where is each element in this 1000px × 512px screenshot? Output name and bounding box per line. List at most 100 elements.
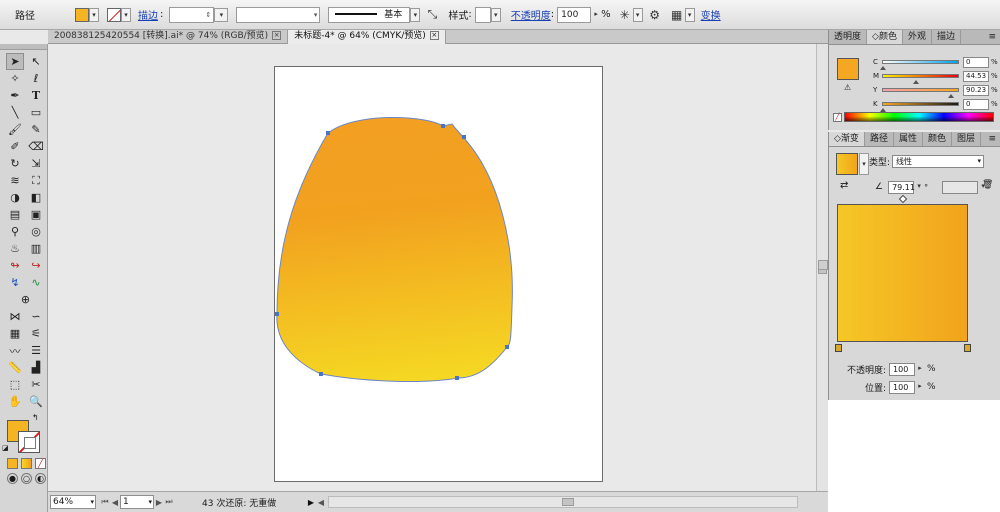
last-artboard-icon[interactable]: ⏭ [164,497,174,507]
first-artboard-icon[interactable]: ⏮ [100,497,110,507]
rotate-tool-icon[interactable]: ↻ [6,155,24,172]
channel-value-input[interactable]: 0 [963,56,989,68]
fill-stroke-indicator[interactable]: ↰ ◪ [0,413,47,454]
eraser-tool-icon[interactable]: ⌫ [27,138,45,155]
status-menu-arrow-icon[interactable]: ▶ [306,498,316,507]
color-mode-icon[interactable] [7,458,18,469]
scale-tool-icon[interactable]: ⇲ [27,155,45,172]
stroke-color-swatch[interactable] [107,7,121,22]
channel-value-input[interactable]: 90.23 [963,84,989,96]
lasso-tool-icon[interactable]: ℓ [27,70,45,87]
gradient-midpoint[interactable] [898,194,908,204]
brush-dropdown[interactable]: ▾ [410,7,421,22]
stroke-dropdown[interactable]: ▾ [121,7,131,22]
draw-normal-icon[interactable]: ● [7,473,18,484]
gradient-stop-start[interactable] [835,344,842,352]
anchor-point[interactable] [441,124,445,128]
color-spectrum[interactable] [844,112,994,122]
column-graph-tool-icon[interactable]: ▥ [27,240,45,257]
crosshair-tool-icon[interactable]: ⊕ [6,291,45,308]
close-icon[interactable]: × [272,31,282,40]
zigzag-tool-icon[interactable]: 〰 [6,342,24,359]
scroll-left-icon[interactable]: ◀ [316,498,326,507]
artwork-svg[interactable] [275,67,604,483]
shear-tool-icon[interactable]: ⚟ [27,325,45,342]
tab-layers[interactable]: 图层 [952,132,981,146]
rectangle-tool-icon[interactable]: ▭ [27,104,45,121]
slice-tool-icon[interactable]: ✂ [27,376,45,393]
draw-behind-icon[interactable]: ○ [21,473,32,484]
document-tab-active[interactable]: 未标题-4* @ 64% (CMYK/预览) × [288,30,446,44]
gradient-thumbnail[interactable] [836,153,858,175]
stroke-swatch[interactable] [18,431,40,453]
blend-tool-icon[interactable]: ◎ [27,223,45,240]
align-dropdown[interactable]: ▾ [684,7,695,22]
wave-tool-icon[interactable]: ∿ [27,274,45,291]
none-mode-icon[interactable]: ╱ [35,458,46,469]
pencil-tool-icon[interactable]: ✎ [27,121,45,138]
grid-tool-icon[interactable]: ▦ [6,325,24,342]
anchor-point[interactable] [326,131,330,135]
panel-scroll-handle[interactable] [818,260,828,270]
panel-menu-icon[interactable]: ≡ [988,132,996,146]
channel-track[interactable] [882,88,959,98]
opacity-link[interactable]: 不透明度 [511,7,551,22]
style-dropdown[interactable]: ▾ [490,7,501,22]
symbol-sprayer-tool-icon[interactable]: ♨ [6,240,24,257]
fill-dropdown[interactable]: ▾ [89,7,99,22]
type-tool-icon[interactable]: T [27,87,45,104]
hand-tool-icon[interactable]: ✋ [6,393,24,410]
zoom-select[interactable]: 64% ▾ [50,495,96,509]
tab-attributes[interactable]: 属性 [894,132,923,146]
artboard-tool-icon[interactable]: ⬚ [6,376,24,393]
artboard-select[interactable]: 1 ▾ [120,495,154,509]
panel-menu-icon[interactable]: ≡ [988,30,996,44]
draw-inside-icon[interactable]: ◐ [35,473,46,484]
twist-tool-icon[interactable]: ∽ [27,308,45,325]
measure-tool-icon[interactable]: 📏 [6,359,24,376]
stop-location-input[interactable]: 100 [889,380,916,394]
gradient-mode-icon[interactable] [21,458,32,469]
gradient-stop-end[interactable] [964,344,971,352]
channel-track[interactable] [880,102,959,112]
next-artboard-icon[interactable]: ▶ [154,498,164,507]
channel-value-input[interactable]: 0 [963,98,989,110]
gear-icon[interactable]: ⚙ [647,7,663,23]
stop-opacity-dropdown[interactable]: ▸ [915,362,925,376]
close-icon[interactable]: × [429,31,439,40]
expand-icon[interactable]: ⤡ [424,7,440,23]
out-of-gamut-icon[interactable]: ⚠ [844,83,851,92]
anchor-point[interactable] [319,372,323,376]
magic-wand-tool-icon[interactable]: ✧ [6,70,24,87]
tab-gradient[interactable]: ◇渐变 [829,132,865,146]
curve-tool-icon[interactable]: ↬ [6,257,24,274]
line-segment-tool-icon[interactable]: ╲ [6,104,24,121]
pen-tool-icon[interactable]: ✒ [6,87,24,104]
stroke-link[interactable]: 描边 [138,7,158,22]
tab-stroke[interactable]: 描边 [932,30,961,44]
zoom-tool-icon[interactable]: 🔍 [27,393,45,410]
free-transform-tool-icon[interactable]: ⛶ [27,172,45,189]
anchor-point[interactable] [505,345,509,349]
stroke-weight-dropdown[interactable]: ▾ [214,7,229,22]
delete-stop-icon[interactable]: 🗑 [982,180,993,190]
gradient-thumbnail-dropdown[interactable]: ▾ [859,153,869,175]
tab-color-2[interactable]: 颜色 [923,132,952,146]
graphic-style-box[interactable] [474,6,491,23]
stroke-weight-spinner[interactable]: ⇕ [169,6,215,23]
prev-artboard-icon[interactable]: ◀ [110,498,120,507]
swap-fill-stroke-icon[interactable]: ↰ [32,413,39,422]
transform-link[interactable]: 变换 [701,7,721,22]
fill-color-swatch[interactable] [75,7,89,22]
default-colors-icon[interactable]: ◪ [2,444,9,452]
angle-dropdown[interactable]: ▾ [914,180,924,194]
reverse-gradient-icon[interactable]: ⇄ [840,180,848,191]
aspect-ratio-input[interactable] [942,180,979,194]
anchor-point[interactable] [275,312,279,316]
channel-track[interactable] [882,74,959,84]
channel-slider-c[interactable]: C 0% [873,56,998,70]
paintbrush-tool-icon[interactable]: 🖌 [6,121,24,138]
join-tool-icon[interactable]: ↯ [6,274,24,291]
tab-color[interactable]: ◇颜色 [867,30,903,44]
gradient-tool-icon[interactable]: ▣ [27,206,45,223]
